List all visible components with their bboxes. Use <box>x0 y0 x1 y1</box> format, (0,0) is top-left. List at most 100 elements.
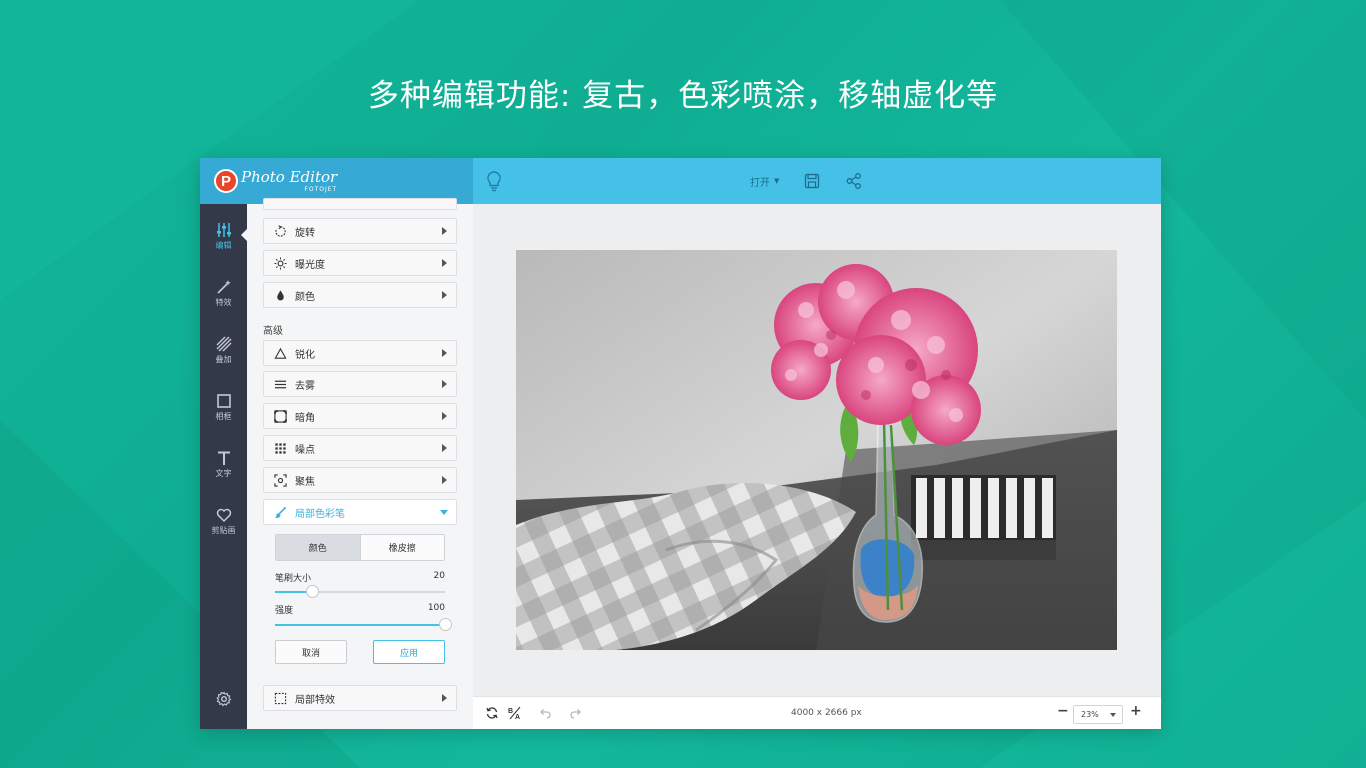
sun-icon <box>273 256 287 270</box>
grid-dots-icon <box>273 441 287 455</box>
nav-item-overlay[interactable]: 叠加 <box>200 325 247 375</box>
focus-icon <box>273 473 287 487</box>
menu-local-color-brush[interactable]: 局部色彩笔 <box>263 499 457 525</box>
chevron-right-icon <box>442 476 447 484</box>
nav-item-frame[interactable]: 相框 <box>200 382 247 432</box>
menu-vignette[interactable]: 暗角 <box>263 403 457 429</box>
overlay-stripes-icon <box>216 336 231 351</box>
svg-text:A: A <box>515 714 520 720</box>
chevron-right-icon <box>442 694 447 702</box>
open-dropdown[interactable]: 打开 ▼ <box>750 174 779 189</box>
nav-label-edit: 编辑 <box>215 240 232 250</box>
lines-icon <box>273 377 287 391</box>
brush-size-thumb[interactable] <box>306 585 319 598</box>
image-dimensions: 4000 x 2666 px <box>791 708 862 718</box>
menu-dehaze[interactable]: 去雾 <box>263 371 457 397</box>
strength-fill <box>275 624 445 626</box>
menu-local-color-brush-label: 局部色彩笔 <box>295 508 345 520</box>
chevron-right-icon <box>442 412 447 420</box>
advanced-section-title: 高级 <box>263 326 283 337</box>
menu-noise[interactable]: 噪点 <box>263 435 457 461</box>
chevron-right-icon <box>442 227 447 235</box>
photo-editor-window: P Photo Editor FOTOJET 打开 ▼ 编辑 特效 叠加 相框 … <box>200 158 1161 729</box>
menu-exposure[interactable]: 曝光度 <box>263 250 457 276</box>
redo-icon[interactable] <box>569 706 583 720</box>
share-icon[interactable] <box>845 172 863 190</box>
strength-value: 100 <box>427 603 445 613</box>
vignette-icon <box>273 409 287 423</box>
nav-item-effects[interactable]: 特效 <box>200 268 247 318</box>
chevron-right-icon <box>442 380 447 388</box>
magic-wand-icon <box>216 279 231 294</box>
menu-focus-label: 聚焦 <box>295 476 315 488</box>
cancel-button[interactable]: 取消 <box>275 640 347 664</box>
tab-color[interactable]: 颜色 <box>276 535 360 560</box>
dashed-square-icon <box>273 691 287 705</box>
drop-icon <box>273 288 287 302</box>
chevron-right-icon <box>442 349 447 357</box>
panel-cut-row <box>263 198 457 210</box>
nav-label-frame: 相框 <box>215 411 232 421</box>
zoom-out-button[interactable]: − <box>1057 703 1069 719</box>
brush-size-label: 笔刷大小 <box>275 574 312 584</box>
undo-icon[interactable] <box>538 706 552 720</box>
menu-sharpen-label: 锐化 <box>295 349 315 361</box>
menu-noise-label: 噪点 <box>295 444 315 456</box>
chevron-down-icon <box>440 510 448 515</box>
menu-color-label: 颜色 <box>295 291 315 303</box>
brand-logo: P <box>214 169 238 193</box>
strength-slider[interactable] <box>275 618 452 631</box>
triangle-icon <box>273 346 287 360</box>
edit-panel: 旋转 曝光度 颜色 高级 锐化 去雾 暗角 噪点 聚焦 局部色彩笔 颜色 橡皮擦… <box>247 198 473 729</box>
chevron-down-icon <box>1110 713 1116 717</box>
rotate-icon <box>273 224 287 238</box>
brush-mode-toggle: 颜色 橡皮擦 <box>275 534 445 561</box>
headline: 多种编辑功能: 复古，色彩喷涂，移轴虚化等 <box>367 78 999 114</box>
compare-icon[interactable]: B A <box>508 706 522 720</box>
menu-local-effects[interactable]: 局部特效 <box>263 685 457 711</box>
brand-name: Photo Editor <box>241 167 338 186</box>
tab-eraser[interactable]: 橡皮擦 <box>359 535 444 560</box>
save-icon[interactable] <box>803 172 821 190</box>
lightbulb-icon[interactable] <box>485 170 503 192</box>
zoom-in-button[interactable]: + <box>1130 703 1142 719</box>
text-icon <box>217 451 230 465</box>
nav-label-clipart: 剪贴画 <box>211 525 236 535</box>
nav-item-text[interactable]: 文字 <box>200 439 247 489</box>
menu-exposure-label: 曝光度 <box>295 259 325 271</box>
brush-size-slider[interactable] <box>275 585 445 598</box>
zoom-value: 23% <box>1081 710 1099 719</box>
menu-sharpen[interactable]: 锐化 <box>263 340 457 366</box>
nav-item-clipart[interactable]: 剪贴画 <box>200 496 247 546</box>
sliders-icon <box>216 222 231 237</box>
menu-rotate-label: 旋转 <box>295 227 315 239</box>
zoom-select[interactable]: 23% <box>1073 705 1123 724</box>
strength-thumb[interactable] <box>439 618 452 631</box>
menu-rotate[interactable]: 旋转 <box>263 218 457 244</box>
nav-label-overlay: 叠加 <box>215 354 232 364</box>
frame-icon <box>216 393 231 408</box>
edited-photo[interactable] <box>516 250 1117 650</box>
nav-item-edit[interactable]: 编辑 <box>200 211 247 261</box>
menu-vignette-label: 暗角 <box>295 412 315 424</box>
chevron-right-icon <box>442 291 447 299</box>
apply-button[interactable]: 应用 <box>373 640 445 664</box>
heart-icon <box>216 508 231 522</box>
menu-local-effects-label: 局部特效 <box>295 694 335 706</box>
open-label: 打开 <box>750 177 770 189</box>
brand-sub: FOTOJET <box>304 185 338 193</box>
brush-icon <box>273 505 287 519</box>
menu-focus[interactable]: 聚焦 <box>263 467 457 493</box>
canvas-area <box>473 204 1161 696</box>
strength-label: 强度 <box>275 606 294 616</box>
menu-color[interactable]: 颜色 <box>263 282 457 308</box>
gear-icon[interactable] <box>216 691 232 707</box>
brush-size-value: 20 <box>433 571 445 581</box>
reset-icon[interactable] <box>485 706 499 720</box>
chevron-down-icon: ▼ <box>774 177 780 185</box>
nav-label-text: 文字 <box>215 468 232 478</box>
brand-text: Photo Editor FOTOJET <box>241 167 338 193</box>
left-nav: 编辑 特效 叠加 相框 文字 剪贴画 <box>200 204 247 729</box>
bottom-bar: B A 4000 x 2666 px − 23% + <box>473 696 1161 729</box>
chevron-right-icon <box>442 444 447 452</box>
